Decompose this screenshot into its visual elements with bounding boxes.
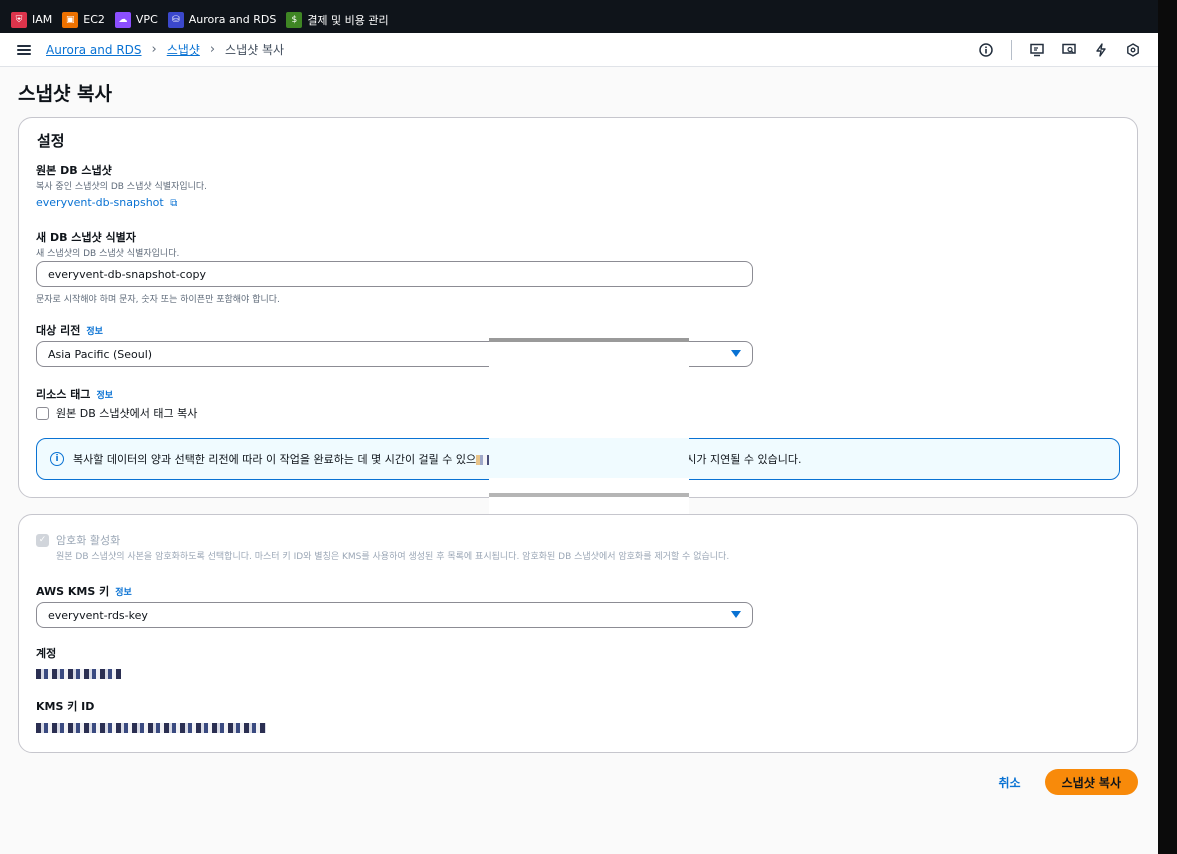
settings-hexagon-icon[interactable] bbox=[1126, 43, 1140, 57]
breadcrumb-snapshots[interactable]: 스냅샷 bbox=[167, 41, 200, 58]
window-edge bbox=[1158, 0, 1177, 854]
cancel-button[interactable]: 취소 bbox=[999, 774, 1021, 791]
caret-down-icon bbox=[731, 350, 741, 357]
copy-tags-checkbox-row[interactable]: 원본 DB 스냅샷에서 태그 복사 bbox=[36, 405, 197, 421]
enable-encryption-checkbox: ✓ bbox=[36, 533, 49, 547]
caret-down-icon bbox=[731, 611, 741, 618]
favorite-billing[interactable]: $ 결제 및 비용 관리 bbox=[286, 11, 389, 28]
menu-icon[interactable] bbox=[17, 44, 31, 55]
redacted-account-id bbox=[36, 668, 121, 679]
source-snapshot-label: 원본 DB 스냅샷 bbox=[36, 164, 112, 177]
source-snapshot-link[interactable]: everyvent-db-snapshot ⧉ bbox=[36, 196, 177, 209]
feedback-icon[interactable] bbox=[1030, 43, 1044, 57]
kms-info-link[interactable]: 정보 bbox=[115, 588, 132, 598]
copy-snapshot-button[interactable]: 스냅샷 복사 bbox=[1044, 769, 1138, 795]
breadcrumb-current: 스냅샷 복사 bbox=[225, 43, 285, 57]
occluding-popup bbox=[489, 338, 689, 514]
chevron-right-icon: › bbox=[151, 42, 157, 57]
info-circle-icon: i bbox=[50, 452, 64, 466]
favorite-iam[interactable]: ⛨ IAM bbox=[11, 11, 52, 28]
rds-icon: ⛁ bbox=[167, 11, 184, 28]
new-snapshot-id-input[interactable]: everyvent-db-snapshot-copy bbox=[36, 261, 753, 287]
new-snapshot-id-label: 새 DB 스냅샷 식별자 bbox=[36, 231, 136, 244]
region-info-link[interactable]: 정보 bbox=[86, 327, 103, 337]
form-actions: 취소 스냅샷 복사 bbox=[999, 769, 1138, 795]
enable-encryption-row: ✓ 암호화 활성화 bbox=[36, 532, 120, 548]
info-icon[interactable] bbox=[979, 43, 993, 57]
new-snapshot-id-description: 새 스냅샷의 DB 스냅샷 식별자입니다. bbox=[36, 249, 180, 259]
chevron-right-icon: › bbox=[209, 42, 216, 57]
monitor-search-icon[interactable] bbox=[1062, 43, 1076, 57]
new-snapshot-id-hint: 문자로 시작해야 하며 문자, 숫자 또는 하이픈만 포함해야 합니다. bbox=[36, 295, 280, 305]
favorites-bar: ⛨ IAM ▣ EC2 ☁ VPC ⛁ Aurora and RDS $ 결제 … bbox=[0, 6, 1158, 33]
kms-key-select[interactable]: everyvent-rds-key bbox=[36, 602, 753, 628]
kms-key-id-label: KMS 키 ID bbox=[36, 700, 95, 713]
encryption-description: 원본 DB 스냅샷의 사본을 암호화하도록 선택합니다. 마스터 키 ID와 별… bbox=[56, 552, 730, 562]
target-region-label: 대상 리전 정보 bbox=[36, 324, 103, 337]
favorite-ec2[interactable]: ▣ EC2 bbox=[62, 11, 105, 28]
source-snapshot-description: 복사 중인 스냅샷의 DB 스냅샷 식별자입니다. bbox=[36, 182, 208, 192]
breadcrumb-rds[interactable]: Aurora and RDS bbox=[46, 43, 142, 57]
settings-title: 설정 bbox=[37, 132, 65, 150]
redacted-kms-key-id bbox=[36, 722, 266, 733]
tools-bar bbox=[979, 33, 1140, 67]
billing-icon: $ bbox=[286, 11, 303, 28]
page-title: 스냅샷 복사 bbox=[18, 83, 113, 105]
ec2-icon: ▣ bbox=[62, 11, 79, 28]
toolbar-divider bbox=[1011, 40, 1012, 60]
tags-info-link[interactable]: 정보 bbox=[96, 391, 113, 401]
favorite-vpc[interactable]: ☁ VPC bbox=[114, 11, 158, 28]
kms-key-label: AWS KMS 키 정보 bbox=[36, 585, 132, 598]
external-link-icon: ⧉ bbox=[170, 198, 178, 209]
breadcrumb-bar: Aurora and RDS › 스냅샷 › 스냅샷 복사 bbox=[0, 33, 1158, 67]
resource-tags-label: 리소스 태그 정보 bbox=[36, 388, 113, 401]
account-value bbox=[36, 663, 121, 682]
account-label: 계정 bbox=[36, 647, 57, 660]
encryption-card: ✓ 암호화 활성화 원본 DB 스냅샷의 사본을 암호화하도록 선택합니다. 마… bbox=[18, 514, 1138, 753]
kms-key-id-value bbox=[36, 717, 266, 736]
iam-icon: ⛨ bbox=[11, 11, 27, 28]
lightning-icon[interactable] bbox=[1094, 43, 1108, 57]
vpc-icon: ☁ bbox=[114, 11, 131, 28]
copy-tags-checkbox[interactable] bbox=[36, 406, 49, 420]
breadcrumb: Aurora and RDS › 스냅샷 › 스냅샷 복사 bbox=[46, 41, 284, 58]
favorite-rds[interactable]: ⛁ Aurora and RDS bbox=[167, 11, 276, 28]
